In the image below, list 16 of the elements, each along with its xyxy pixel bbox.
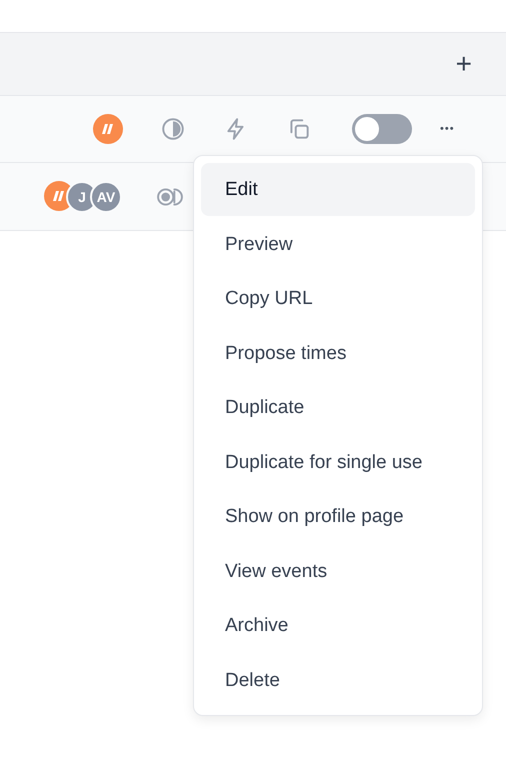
menu-item[interactable]: View events <box>201 544 475 599</box>
menu-item[interactable]: Duplicate for single use <box>201 436 475 490</box>
user-avatar: AV <box>90 180 122 212</box>
menu-item[interactable]: Archive <box>201 599 475 654</box>
menu-item[interactable]: Delete <box>201 654 475 708</box>
add-button[interactable]: + <box>456 50 472 78</box>
menu-item[interactable]: Copy URL <box>201 272 475 326</box>
half-circle-icon[interactable] <box>160 116 186 142</box>
more-button[interactable]: ••• <box>440 123 455 135</box>
menu-item[interactable]: Show on profile page <box>201 490 475 544</box>
logo-avatar <box>93 114 123 144</box>
menu-item[interactable]: Propose times <box>201 326 475 381</box>
menu-item[interactable]: Duplicate <box>201 381 475 436</box>
menu-item[interactable]: Preview <box>201 218 475 272</box>
menu-item[interactable]: Edit <box>201 163 475 216</box>
toggle-switch[interactable] <box>352 114 412 144</box>
